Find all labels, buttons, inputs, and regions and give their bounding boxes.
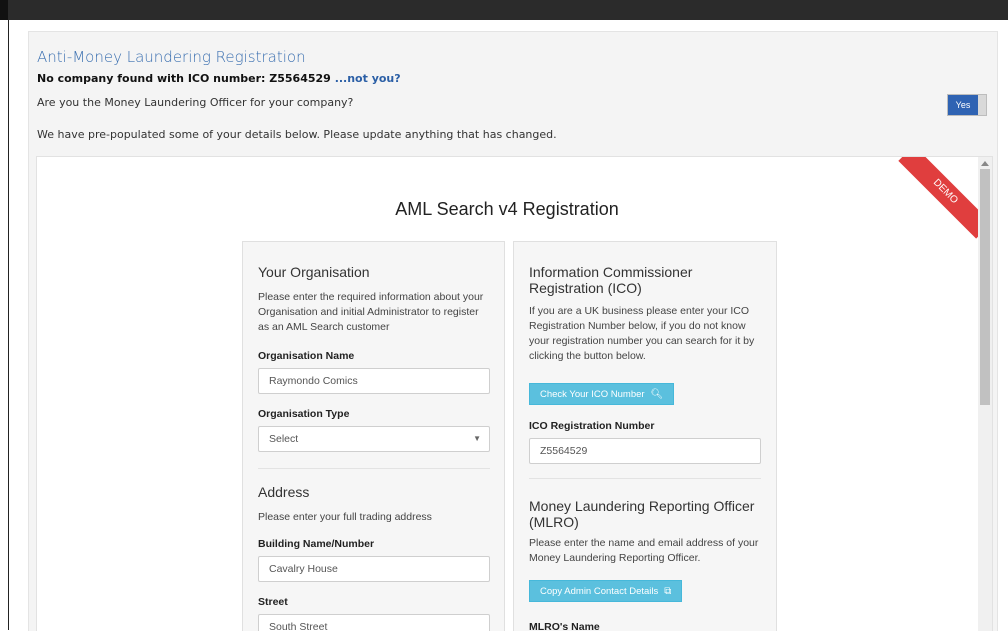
address-heading: Address (258, 484, 310, 500)
top-bar (0, 0, 1008, 20)
left-border (0, 20, 9, 630)
organisation-description: Please enter the required information ab… (258, 291, 484, 333)
mlo-question: Are you the Money Laundering Officer for… (37, 96, 354, 109)
form-title: AML Search v4 Registration (395, 199, 619, 219)
page-title: Anti-Money Laundering Registration (37, 48, 306, 66)
ico-number-label: ICO Registration Number (529, 420, 655, 432)
section-divider (529, 478, 761, 479)
section-divider (258, 468, 490, 469)
building-input[interactable]: Cavalry House (258, 556, 490, 582)
organisation-panel: Your Organisation Please enter the requi… (242, 241, 505, 631)
mlo-toggle[interactable]: Yes (947, 94, 987, 116)
mlro-heading: Money Laundering Reporting Officer (MLRO… (529, 498, 755, 530)
prepopulated-note: We have pre-populated some of your detai… (37, 128, 557, 141)
no-company-text: No company found with ICO number: Z55645… (37, 72, 331, 85)
toggle-yes-label: Yes (948, 95, 978, 115)
chevron-down-icon: ▼ (473, 434, 481, 443)
not-you-link[interactable]: ...not you? (335, 72, 401, 85)
top-bar-accent (0, 0, 8, 20)
ico-heading: Information Commissioner Registration (I… (529, 264, 693, 296)
copy-admin-button[interactable]: Copy Admin Contact Details ⧉ (529, 580, 683, 602)
building-label: Building Name/Number (258, 538, 375, 550)
check-ico-label: Check Your ICO Number (540, 389, 645, 400)
registration-iframe: DEMO AML Search v4 Registration Your Org… (36, 156, 993, 631)
scroll-up-arrow-icon[interactable] (981, 161, 989, 166)
check-ico-button[interactable]: Check Your ICO Number 🔍︎ (529, 383, 675, 405)
organisation-type-label: Organisation Type (258, 408, 350, 420)
street-label: Street (258, 596, 288, 608)
address-description: Please enter your full trading address (258, 511, 432, 523)
scrollbar-thumb[interactable] (980, 169, 990, 405)
ico-description: If you are a UK business please enter yo… (529, 305, 755, 362)
ico-panel: Information Commissioner Registration (I… (513, 241, 777, 631)
copy-icon: ⧉ (664, 586, 672, 597)
organisation-name-label: Organisation Name (258, 350, 355, 362)
organisation-heading: Your Organisation (258, 264, 370, 280)
mlro-description: Please enter the name and email address … (529, 537, 759, 564)
no-company-message: No company found with ICO number: Z55645… (37, 72, 401, 85)
street-input[interactable]: South Street (258, 614, 490, 631)
organisation-type-select[interactable]: Select ▼ (258, 426, 490, 452)
copy-admin-label: Copy Admin Contact Details (540, 586, 659, 597)
search-icon: 🔍︎ (650, 389, 664, 400)
organisation-name-input[interactable]: Raymondo Comics (258, 368, 490, 394)
scrollbar[interactable] (978, 157, 992, 631)
ico-number-input[interactable]: Z5564529 (529, 438, 761, 464)
organisation-type-value: Select (269, 433, 299, 445)
